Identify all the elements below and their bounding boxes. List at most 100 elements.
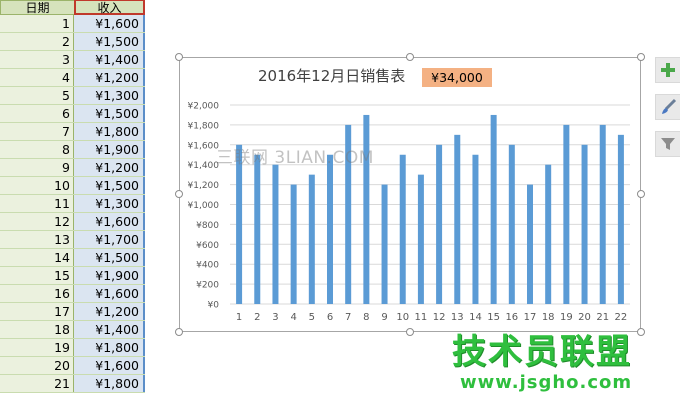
chart-title[interactable]: 2016年12月日销售表 bbox=[258, 66, 405, 86]
header-date[interactable]: 日期 bbox=[0, 0, 74, 15]
bar[interactable] bbox=[399, 154, 406, 304]
bar[interactable] bbox=[454, 134, 461, 304]
resize-handle-ml[interactable] bbox=[175, 190, 183, 198]
cell-income[interactable]: ¥1,800 bbox=[74, 375, 145, 392]
chart-styles-button[interactable] bbox=[655, 94, 680, 120]
table-row: 16 ¥1,600 bbox=[0, 285, 145, 303]
x-tick-label: 14 bbox=[469, 312, 482, 323]
y-tick-label: ¥2,000 bbox=[188, 102, 220, 112]
cell-income[interactable]: ¥1,300 bbox=[74, 195, 145, 212]
resize-handle-bm[interactable] bbox=[406, 328, 414, 336]
cell-income[interactable]: ¥1,600 bbox=[74, 285, 145, 302]
cell-income[interactable]: ¥1,600 bbox=[74, 15, 145, 32]
cell-income[interactable]: ¥1,200 bbox=[74, 159, 145, 176]
cell-income[interactable]: ¥1,300 bbox=[74, 87, 145, 104]
x-tick-label: 12 bbox=[433, 312, 446, 323]
cell-income[interactable]: ¥1,900 bbox=[74, 141, 145, 158]
table-row: 8 ¥1,900 bbox=[0, 141, 145, 159]
cell-income[interactable]: ¥1,500 bbox=[74, 33, 145, 50]
cell-day[interactable]: 2 bbox=[0, 33, 74, 50]
bar[interactable] bbox=[527, 184, 533, 304]
bar[interactable] bbox=[472, 154, 479, 304]
chart-area[interactable]: ¥0 ¥200 ¥400 ¥600 ¥800 ¥1,000 ¥1,200 ¥1,400 ¥1,6… bbox=[179, 57, 641, 332]
bar[interactable] bbox=[272, 164, 279, 304]
table-row: 1 ¥1,600 bbox=[0, 15, 145, 33]
bar[interactable] bbox=[545, 164, 552, 304]
chart-elements-button[interactable] bbox=[655, 57, 680, 83]
bar[interactable] bbox=[563, 124, 570, 305]
bar[interactable] bbox=[581, 144, 588, 304]
bar[interactable] bbox=[599, 124, 606, 305]
x-tick-label: 6 bbox=[327, 312, 333, 323]
resize-handle-mr[interactable] bbox=[637, 190, 645, 198]
cell-income[interactable]: ¥1,700 bbox=[74, 231, 145, 248]
cell-day[interactable]: 19 bbox=[0, 339, 74, 356]
bar[interactable] bbox=[417, 174, 424, 304]
resize-handle-tm[interactable] bbox=[406, 53, 414, 61]
x-tick-label: 3 bbox=[272, 312, 278, 323]
cell-income[interactable]: ¥1,500 bbox=[74, 177, 145, 194]
logo-text: 技术员联盟 bbox=[452, 332, 632, 372]
resize-handle-tr[interactable] bbox=[637, 53, 645, 61]
cell-day[interactable]: 16 bbox=[0, 285, 74, 302]
cell-day[interactable]: 21 bbox=[0, 375, 74, 392]
site-logo: 技术员联盟 www.jsgho.com bbox=[452, 332, 642, 398]
header-income[interactable]: 收入 bbox=[74, 0, 145, 15]
cell-day[interactable]: 20 bbox=[0, 357, 74, 374]
x-tick-label: 17 bbox=[524, 312, 537, 323]
chart-filters-button[interactable] bbox=[655, 131, 680, 157]
cell-day[interactable]: 5 bbox=[0, 87, 74, 104]
x-tick-label: 22 bbox=[615, 312, 628, 323]
bar[interactable] bbox=[381, 184, 388, 304]
cell-day[interactable]: 7 bbox=[0, 123, 74, 140]
cell-day[interactable]: 11 bbox=[0, 195, 74, 212]
cell-income[interactable]: ¥1,600 bbox=[74, 357, 145, 374]
cell-day[interactable]: 6 bbox=[0, 105, 74, 122]
cell-income[interactable]: ¥1,800 bbox=[74, 123, 145, 140]
plus-icon bbox=[661, 63, 675, 77]
x-tick-label: 9 bbox=[381, 312, 387, 323]
bar[interactable] bbox=[254, 154, 261, 304]
cell-day[interactable]: 8 bbox=[0, 141, 74, 158]
cell-day[interactable]: 18 bbox=[0, 321, 74, 338]
cell-income[interactable]: ¥1,600 bbox=[74, 213, 145, 230]
table-row: 5 ¥1,300 bbox=[0, 87, 145, 105]
bar-plot: ¥0 ¥200 ¥400 ¥600 ¥800 ¥1,000 ¥1,200 ¥1,400 ¥1,6… bbox=[188, 102, 630, 323]
cell-income[interactable]: ¥1,200 bbox=[74, 69, 145, 86]
cell-income[interactable]: ¥1,500 bbox=[74, 105, 145, 122]
cell-income[interactable]: ¥1,500 bbox=[74, 249, 145, 266]
cell-day[interactable]: 10 bbox=[0, 177, 74, 194]
bar[interactable] bbox=[327, 154, 333, 304]
cell-day[interactable]: 12 bbox=[0, 213, 74, 230]
cell-income[interactable]: ¥1,800 bbox=[74, 339, 145, 356]
bar[interactable] bbox=[236, 144, 243, 304]
cell-day[interactable]: 13 bbox=[0, 231, 74, 248]
cell-day[interactable]: 1 bbox=[0, 15, 74, 32]
table-row: 13 ¥1,700 bbox=[0, 231, 145, 249]
bar[interactable] bbox=[490, 114, 497, 304]
cell-day[interactable]: 14 bbox=[0, 249, 74, 266]
bar[interactable] bbox=[308, 174, 315, 304]
bar[interactable] bbox=[436, 144, 443, 304]
brush-icon bbox=[662, 98, 677, 114]
cell-income[interactable]: ¥1,900 bbox=[74, 267, 145, 284]
filter-icon bbox=[661, 138, 675, 150]
cell-income[interactable]: ¥1,400 bbox=[74, 51, 145, 68]
bar[interactable] bbox=[508, 144, 515, 304]
cell-day[interactable]: 9 bbox=[0, 159, 74, 176]
bar[interactable] bbox=[617, 134, 624, 304]
table-row: 19 ¥1,800 bbox=[0, 339, 145, 357]
cell-income[interactable]: ¥1,400 bbox=[74, 321, 145, 338]
x-tick-label: 7 bbox=[345, 312, 351, 323]
cell-day[interactable]: 17 bbox=[0, 303, 74, 320]
x-tick-label: 19 bbox=[560, 312, 573, 323]
bar[interactable] bbox=[290, 184, 297, 304]
total-badge: ¥34,000 bbox=[422, 68, 492, 87]
cell-day[interactable]: 3 bbox=[0, 51, 74, 68]
x-tick-label: 2 bbox=[254, 312, 260, 323]
cell-day[interactable]: 15 bbox=[0, 267, 74, 284]
resize-handle-tl[interactable] bbox=[175, 53, 183, 61]
cell-day[interactable]: 4 bbox=[0, 69, 74, 86]
resize-handle-bl[interactable] bbox=[175, 328, 183, 336]
cell-income[interactable]: ¥1,200 bbox=[74, 303, 145, 320]
